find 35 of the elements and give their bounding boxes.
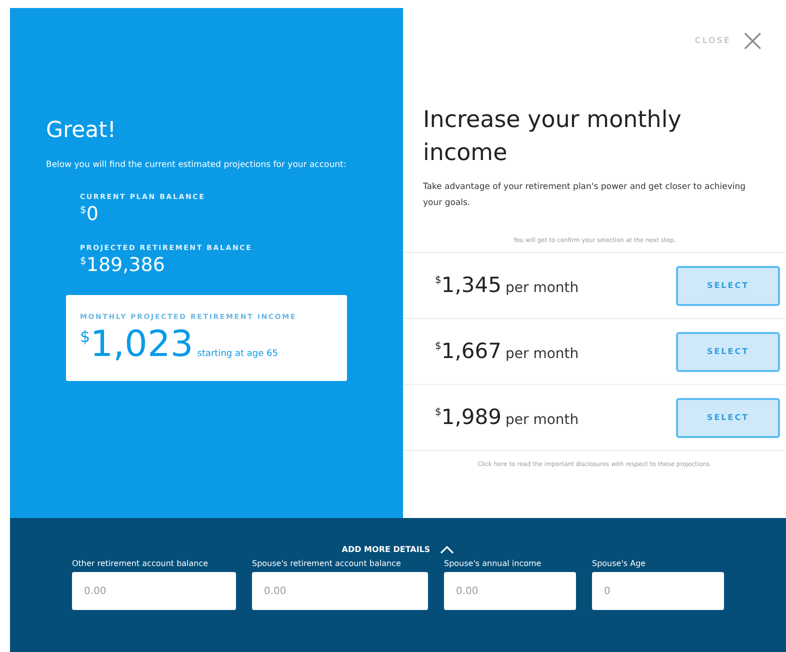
currency-sign: $ [435, 341, 442, 352]
option-amount: 1,345 [441, 275, 502, 296]
option-amount: 1,667 [441, 341, 502, 362]
select-button[interactable]: SELECT [676, 332, 780, 372]
options-title: Increase your monthly income [423, 106, 682, 168]
balance-amount: 0 [86, 205, 98, 224]
select-button[interactable]: SELECT [676, 266, 780, 306]
input-field[interactable]: 0.00 [444, 572, 576, 610]
summary-intro: Below you will find the current estimated projections for your account: [46, 159, 348, 172]
summary-title: Great! [46, 118, 118, 143]
income-amount: 1,023 [90, 327, 194, 364]
field-label: Spouse's retirement account balance [252, 559, 402, 568]
option-unit: per month [506, 280, 579, 296]
add-details-toggle[interactable]: ADD MORE DETAILS [336, 544, 460, 555]
currency-sign: $ [435, 275, 442, 286]
field-label: Spouse's annual income [444, 559, 542, 568]
input-field[interactable]: 0.00 [252, 572, 428, 610]
balance-amount: 189,386 [86, 256, 165, 276]
option-amount: 1,989 [441, 407, 502, 428]
input-field[interactable]: 0.00 [72, 572, 236, 610]
currency-sign: $ [80, 205, 86, 216]
currency-sign: $ [80, 256, 86, 268]
option-unit: per month [506, 346, 579, 362]
field-label: Other retirement account balance [72, 559, 210, 568]
close-icon[interactable]: × [739, 29, 768, 52]
options-intro: Take advantage of your retirement plan's power and get closer to achieving your goals. [423, 180, 747, 210]
chevron-up-icon[interactable] [440, 545, 454, 554]
currency-sign: $ [435, 407, 442, 418]
select-button[interactable]: SELECT [676, 398, 780, 438]
close-button[interactable]: CLOSE × [689, 28, 774, 52]
field-label: Spouse's Age [592, 559, 647, 568]
option-unit: per month [506, 412, 579, 428]
income-note: starting at age 65 [197, 349, 278, 360]
currency-sign: $ [80, 327, 90, 346]
input-field[interactable]: 0 [592, 572, 724, 610]
